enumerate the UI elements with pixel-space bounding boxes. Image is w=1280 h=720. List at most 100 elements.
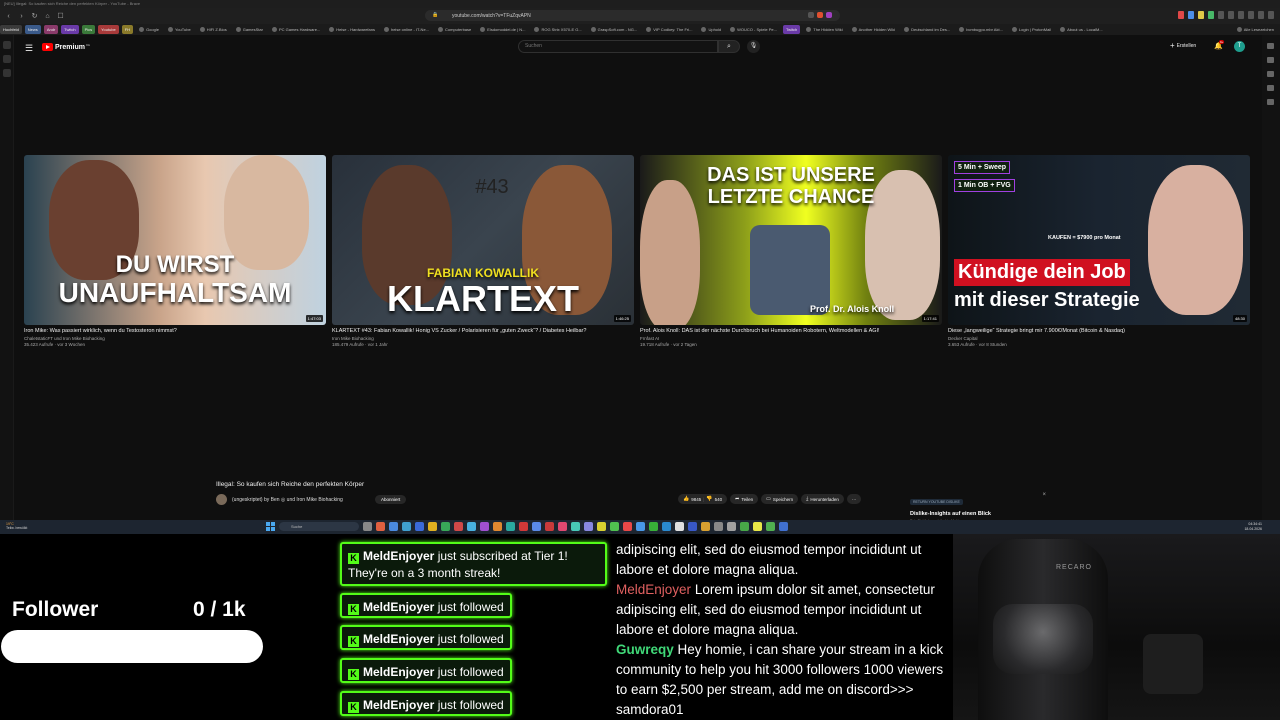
bookmark-item[interactable]: VIP Codkey: The Fri... <box>643 25 695 34</box>
menu-icon[interactable] <box>1268 11 1274 19</box>
extension-icon[interactable] <box>1198 11 1204 19</box>
taskbar-app-icon[interactable] <box>519 522 528 531</box>
sidebar-icon[interactable] <box>1267 99 1274 105</box>
bookmark-item[interactable]: HIFI Z.Bios <box>197 25 230 34</box>
save-button[interactable]: ▭ Speichern <box>761 494 799 504</box>
extension-icon[interactable] <box>1258 11 1264 19</box>
forward-icon[interactable]: › <box>17 12 26 21</box>
bookmark-item[interactable]: Hochfeld <box>0 25 22 34</box>
bookmark-item[interactable]: FH <box>121 25 134 34</box>
reload-icon[interactable]: ↻ <box>30 12 39 21</box>
taskbar-app-icon[interactable] <box>428 522 437 531</box>
taskbar-app-icon[interactable] <box>584 522 593 531</box>
video-thumbnail[interactable]: 5 Min + Sweep 1 Min OB + FVG KAUFEN = $7… <box>948 155 1250 325</box>
taskbar-app-icon[interactable] <box>402 522 411 531</box>
bookmark-item[interactable]: PC Games Hardware... <box>269 25 323 34</box>
taskbar-app-icon[interactable] <box>779 522 788 531</box>
search-button[interactable]: ⌕ <box>718 40 740 53</box>
close-icon[interactable]: × <box>1042 492 1046 498</box>
taskbar-app-icon[interactable] <box>623 522 632 531</box>
brave-shield-icon[interactable] <box>817 12 823 18</box>
extension-icon[interactable] <box>1178 11 1184 19</box>
taskbar-app-icon[interactable] <box>688 522 697 531</box>
taskbar-app-icon[interactable] <box>545 522 554 531</box>
bookmark-item[interactable]: YouTube <box>165 25 194 34</box>
taskbar-app-icon[interactable] <box>571 522 580 531</box>
video-card[interactable]: #43 FABIAN KOWALLIK KLARTEXT 1:46:25 KLA… <box>332 155 634 347</box>
video-title[interactable]: KLARTEXT #43: Fabian Kowallik! Honig VS … <box>332 328 634 334</box>
bookmark-item[interactable]: ROG Strix X570-E G... <box>531 25 584 34</box>
taskbar-app-icon[interactable] <box>662 522 671 531</box>
taskbar-app-icon[interactable] <box>441 522 450 531</box>
extension-icon[interactable] <box>1248 11 1254 19</box>
more-button[interactable]: ··· <box>846 494 862 504</box>
bookmark-item[interactable]: Google <box>136 25 162 34</box>
bookmark-item[interactable]: Twitch <box>782 25 801 34</box>
home-icon[interactable]: ⌂ <box>43 12 52 21</box>
bookmark-item[interactable]: Heise - Hardwarefans <box>326 25 378 34</box>
taskbar-app-icon[interactable] <box>649 522 658 531</box>
taskbar-app-icon[interactable] <box>493 522 502 531</box>
bookmark-item[interactable]: Deutschland im Des... <box>901 25 953 34</box>
video-thumbnail[interactable]: #43 FABIAN KOWALLIK KLARTEXT 1:46:25 <box>332 155 634 325</box>
bookmark-item[interactable]: Uphold <box>698 25 724 34</box>
bookmark-item[interactable]: Youtube <box>98 25 119 34</box>
like-button[interactable]: 👍 9845 | 👎 540 <box>678 494 728 504</box>
bookmark-icon[interactable]: ☐ <box>56 12 65 21</box>
taskbar-app-icon[interactable] <box>363 522 372 531</box>
extension-icon[interactable] <box>1188 11 1194 19</box>
taskbar-app-icon[interactable] <box>753 522 762 531</box>
youtube-logo[interactable]: Premium DE <box>42 43 90 51</box>
taskbar-app-icon[interactable] <box>597 522 606 531</box>
channel-avatar[interactable] <box>216 494 227 505</box>
bookmark-item[interactable]: The Hidden Wiki <box>803 25 845 34</box>
thumbs-down-icon[interactable]: 👎 <box>706 496 712 502</box>
taskbar-app-icon[interactable] <box>376 522 385 531</box>
taskbar-app-icon[interactable] <box>766 522 775 531</box>
back-icon[interactable]: ‹ <box>4 12 13 21</box>
sidebar-icon[interactable] <box>3 55 11 63</box>
sidebar-icon[interactable] <box>1267 71 1274 77</box>
notifications-button[interactable]: 🔔 9+ <box>1214 40 1225 50</box>
sidebar-icon[interactable] <box>3 41 11 49</box>
extension-icon[interactable] <box>1208 11 1214 19</box>
bookmark-item[interactable]: Andr <box>43 25 59 34</box>
system-tray-clock[interactable]: 04:34:41 18.04.2026 <box>1244 522 1262 531</box>
taskbar-app-icon[interactable] <box>506 522 515 531</box>
share-button[interactable]: ➦ Teilen <box>730 494 759 504</box>
taskbar-app-icon[interactable] <box>467 522 476 531</box>
subscribe-button[interactable]: Abonniert <box>375 495 407 504</box>
taskbar-app-icon[interactable] <box>701 522 710 531</box>
channel-name[interactable]: (ungeskriptet) by Ben ◎ und Iron Mike Bi… <box>232 497 343 503</box>
create-button[interactable]: + Erstellen <box>1170 42 1196 50</box>
share-icon[interactable] <box>808 12 814 18</box>
taskbar-app-icon[interactable] <box>415 522 424 531</box>
taskbar-app-icon[interactable] <box>454 522 463 531</box>
taskbar-search[interactable]: Suche <box>279 522 359 531</box>
taskbar-app-icon[interactable] <box>714 522 723 531</box>
video-thumbnail[interactable]: DAS IST UNSERE LETZTE CHANCE Prof. Dr. A… <box>640 155 942 325</box>
bookmark-item[interactable]: Pics <box>81 25 96 34</box>
video-title[interactable]: Iron Mike: Was passiert wirklich, wenn d… <box>24 328 326 334</box>
video-channel[interactable]: Frnfast AI <box>640 336 942 341</box>
video-channel[interactable]: Decker Capital <box>948 336 1250 341</box>
video-card[interactable]: DAS IST UNSERE LETZTE CHANCE Prof. Dr. A… <box>640 155 942 347</box>
sidebar-icon[interactable] <box>3 69 11 77</box>
video-thumbnail[interactable]: DU WIRST UNAUFHALTSAM 1:47:03 <box>24 155 326 325</box>
voice-search-button[interactable]: 🎙 <box>747 40 760 53</box>
bookmark-item[interactable]: Login | ProtonMail <box>1009 25 1054 34</box>
address-bar[interactable]: 🔒 youtube.com/watch?v=TFuZqvAPN <box>425 10 840 21</box>
video-title[interactable]: Diese „langweilige“ Strategie bringt mir… <box>948 328 1250 334</box>
bookmark-item[interactable]: Twitch <box>61 25 79 34</box>
taskbar-app-icon[interactable] <box>389 522 398 531</box>
taskbar-app-icon[interactable] <box>532 522 541 531</box>
extension-icon[interactable] <box>1228 11 1234 19</box>
bookmark-item[interactable]: heise online - IT-Ne... <box>381 25 432 34</box>
sidebar-icon[interactable] <box>1267 43 1274 49</box>
taskbar-app-icon[interactable] <box>675 522 684 531</box>
search-input[interactable]: Suchen <box>518 40 718 53</box>
download-button[interactable]: ⤓ Herunterladen <box>801 494 844 504</box>
bookmark-item[interactable]: GamesStar <box>233 25 266 34</box>
taskbar-app-icon[interactable] <box>740 522 749 531</box>
weather-widget[interactable]: 19°C Teilw. bewölkt <box>6 522 27 530</box>
